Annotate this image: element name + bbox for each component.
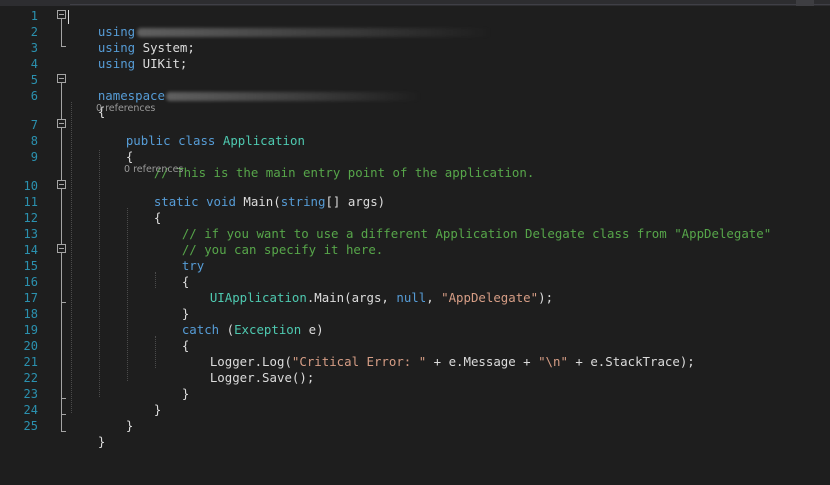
line-number: 18 xyxy=(23,307,38,321)
line-number: 10 xyxy=(23,179,38,193)
type-name: UIApplication xyxy=(209,290,307,305)
fold-region-end xyxy=(61,398,66,399)
code-line-16[interactable]: UIApplication.Main(args, null, "AppDeleg… xyxy=(180,274,553,305)
keyword: namespace xyxy=(97,88,165,103)
fold-region-end xyxy=(61,431,66,432)
line-number: 3 xyxy=(30,41,38,55)
line-number: 8 xyxy=(30,134,38,148)
line-number: 21 xyxy=(23,355,38,369)
fold-region-end xyxy=(61,302,66,303)
line-number: 5 xyxy=(30,73,38,87)
line-number: 19 xyxy=(23,323,38,337)
fold-toggle-main[interactable] xyxy=(57,180,66,189)
keyword: null xyxy=(396,290,427,305)
fold-toggle-namespace[interactable] xyxy=(57,74,66,83)
code-line-5[interactable]: namespace xyxy=(68,72,421,103)
line-number: 13 xyxy=(23,227,38,241)
codelens-references[interactable]: 0 references xyxy=(124,163,183,177)
line-number: 14 xyxy=(23,243,38,257)
code-text: ( xyxy=(219,322,235,337)
code-line-2[interactable]: using System; xyxy=(68,24,195,55)
code-line-15[interactable]: { xyxy=(152,258,189,289)
code-text: [] args) xyxy=(325,194,386,209)
code-line-13[interactable]: // you can specify it here. xyxy=(152,226,383,257)
fold-toggle-using[interactable] xyxy=(57,10,66,19)
line-number: 1 xyxy=(30,9,38,23)
line-number: 2 xyxy=(30,25,38,39)
line-number: 22 xyxy=(23,371,38,385)
code-text: ); xyxy=(538,290,554,305)
code-text: + e.Message + xyxy=(426,354,539,369)
code-line-20[interactable]: Logger.Log("Critical Error: " + e.Messag… xyxy=(180,338,695,369)
line-number: 12 xyxy=(23,211,38,225)
redacted-text xyxy=(165,92,421,101)
line-number: 25 xyxy=(23,419,38,433)
line-number: 20 xyxy=(23,339,38,353)
string-literal: "AppDelegate" xyxy=(441,290,539,305)
code-line-25[interactable]: } xyxy=(68,418,105,449)
line-number: 24 xyxy=(23,403,38,417)
code-line-1[interactable]: using xyxy=(68,8,493,39)
fold-region-end xyxy=(61,46,66,47)
code-text: Logger.Save(); xyxy=(209,370,315,385)
code-line-18[interactable]: catch (Exception e) xyxy=(152,306,324,337)
keyword: string xyxy=(280,194,326,209)
line-number: 15 xyxy=(23,259,38,273)
type-name: Exception xyxy=(234,322,302,337)
codelens-references[interactable]: 0 references xyxy=(96,102,155,116)
code-line-14[interactable]: try xyxy=(152,242,204,273)
comment: // you can specify it here. xyxy=(181,242,384,257)
fold-region-line xyxy=(61,19,62,46)
code-area[interactable]: using using System; using UIKit; namespa… xyxy=(68,6,830,485)
line-number: 16 xyxy=(23,275,38,289)
fold-region-line xyxy=(61,83,62,431)
code-line-12[interactable]: // if you want to use a different Applic… xyxy=(152,210,771,241)
code-line-8[interactable]: { xyxy=(96,133,133,164)
line-number: 7 xyxy=(30,118,38,132)
code-line-23[interactable]: } xyxy=(124,386,161,417)
line-number-gutter: 1 2 3 4 5 6 7 8 9 10 11 12 13 14 15 16 17 18 19 20 21 22 23 24 2… xyxy=(0,6,38,485)
code-text: } xyxy=(153,402,162,417)
line-number: 6 xyxy=(30,89,38,103)
keyword: void xyxy=(206,194,236,209)
code-text: } xyxy=(125,418,134,433)
fold-toggle-try[interactable] xyxy=(57,244,66,253)
code-text: e) xyxy=(301,322,324,337)
code-line-11[interactable]: { xyxy=(124,194,161,225)
type-name: Application xyxy=(222,133,305,148)
code-text: .Main(args, xyxy=(306,290,397,305)
code-text: } xyxy=(97,434,106,449)
line-number: 23 xyxy=(23,387,38,401)
string-literal: "\n" xyxy=(538,354,568,369)
code-line-10[interactable]: static void Main(string[] args) xyxy=(124,178,385,209)
code-line-3[interactable]: using UIKit; xyxy=(68,40,188,71)
code-line-9[interactable]: // This is the main entry point of the a… xyxy=(124,149,534,180)
line-number: 9 xyxy=(30,150,38,164)
code-line-17[interactable]: } xyxy=(152,290,189,321)
tab-divider xyxy=(70,4,830,5)
code-line-21[interactable]: Logger.Save(); xyxy=(180,354,314,385)
code-line-24[interactable]: } xyxy=(96,402,133,433)
code-line-19[interactable]: { xyxy=(152,322,189,353)
line-number: 4 xyxy=(30,57,38,71)
line-number: 17 xyxy=(23,291,38,305)
keyword: using xyxy=(97,56,136,71)
code-text: + e.StackTrace); xyxy=(567,354,695,369)
code-text: , xyxy=(426,290,442,305)
code-text: UIKit; xyxy=(135,56,188,71)
keyword: class xyxy=(178,133,216,148)
fold-region-end xyxy=(61,414,66,415)
code-line-7[interactable]: public class Application xyxy=(96,117,305,148)
fold-toggle-class[interactable] xyxy=(57,119,66,128)
code-text: Main( xyxy=(235,194,281,209)
code-line-22[interactable]: } xyxy=(152,370,189,401)
line-number: 11 xyxy=(23,195,38,209)
code-text: } xyxy=(181,386,190,401)
